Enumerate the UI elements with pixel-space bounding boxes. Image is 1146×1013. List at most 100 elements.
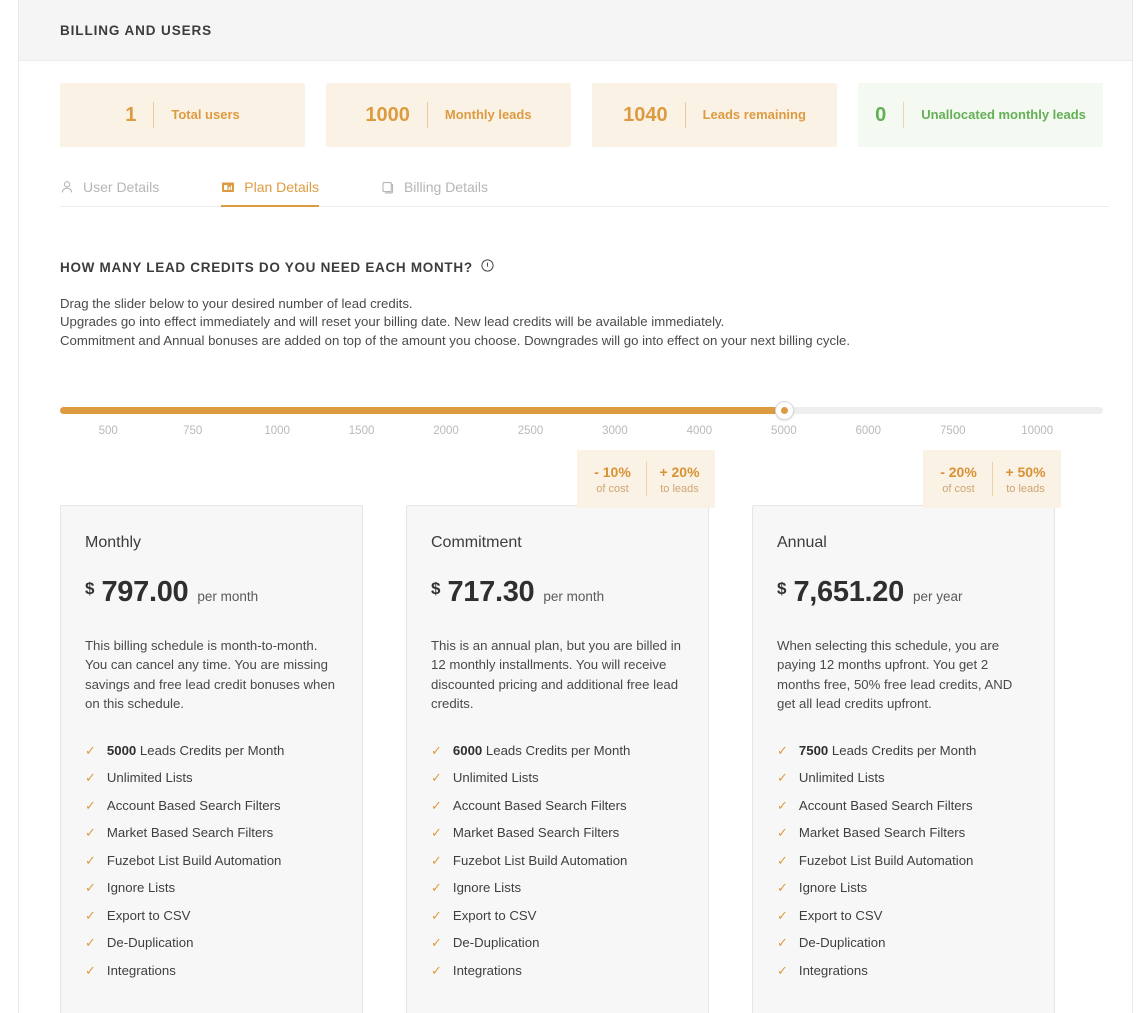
feature-item: ✓ Fuzebot List Build Automation bbox=[85, 853, 338, 868]
feature-item: ✓ Account Based Search Filters bbox=[777, 798, 1030, 813]
badge-cost-label: of cost bbox=[942, 482, 975, 495]
lead-credit-slider[interactable]: 500 750 1000 1500 2000 2500 3000 4000 5000 6000 75… bbox=[60, 401, 1109, 447]
slider-handle[interactable] bbox=[774, 401, 794, 421]
user-icon bbox=[60, 180, 74, 194]
slider-tick-label[interactable]: 1500 bbox=[349, 425, 375, 437]
stat-value: 1000 bbox=[365, 103, 410, 126]
feature-item: ✓ Account Based Search Filters bbox=[431, 798, 684, 813]
price-period: per month bbox=[543, 589, 605, 605]
feature-label: Fuzebot List Build Automation bbox=[452, 852, 628, 868]
panel-header: BILLING AND USERS bbox=[19, 0, 1132, 61]
check-icon: ✓ bbox=[85, 825, 96, 841]
stat-divider bbox=[153, 102, 155, 128]
plan-card: Monthly $797.00 per month This billing sche… bbox=[60, 505, 363, 1013]
feature-item: ✓ Export to CSV bbox=[777, 908, 1030, 923]
plan-name: Annual bbox=[777, 534, 827, 552]
check-icon: ✓ bbox=[777, 852, 788, 868]
feature-item: ✓ Fuzebot List Build Automation bbox=[431, 853, 684, 868]
stat-divider bbox=[684, 102, 686, 128]
slider-tick-label[interactable]: 1000 bbox=[264, 425, 290, 437]
feature-credits-count: 7500 bbox=[798, 742, 829, 758]
badge-cost-label: of cost bbox=[596, 482, 629, 495]
description-line: Upgrades go into effect immediately and … bbox=[60, 314, 725, 330]
check-icon: ✓ bbox=[431, 770, 442, 786]
slider-tick-label[interactable]: 750 bbox=[183, 425, 202, 437]
slider-tick-label[interactable]: 2500 bbox=[518, 425, 544, 437]
feature-item: ✓ Ignore Lists bbox=[431, 880, 684, 895]
check-icon: ✓ bbox=[85, 880, 96, 896]
slider-tick-label[interactable]: 4000 bbox=[687, 425, 713, 437]
stat-label: Leads remaining bbox=[702, 107, 806, 123]
slider-tick-label[interactable]: 5000 bbox=[771, 425, 797, 437]
feature-item: ✓ Market Based Search Filters bbox=[85, 825, 338, 840]
slider-tick-label[interactable]: 7500 bbox=[940, 425, 966, 437]
feature-label: Fuzebot List Build Automation bbox=[106, 852, 282, 868]
plan-feature-list: ✓ 6000 Leads Credits per Month ✓ Unlimited … bbox=[431, 743, 684, 978]
feature-label: Integrations bbox=[106, 962, 176, 978]
slider-tick-label[interactable]: 2000 bbox=[433, 425, 459, 437]
tab-label: Plan Details bbox=[244, 178, 319, 195]
feature-label: Unlimited Lists bbox=[106, 770, 193, 786]
plan-icon bbox=[221, 180, 235, 194]
price-period: per month bbox=[197, 589, 259, 605]
check-icon: ✓ bbox=[777, 880, 788, 896]
info-icon[interactable] bbox=[481, 259, 494, 275]
tab-user-details[interactable]: User Details bbox=[60, 169, 159, 207]
tab-plan-details[interactable]: Plan Details bbox=[221, 169, 319, 207]
check-icon: ✓ bbox=[85, 852, 96, 868]
slider-tick-label[interactable]: 3000 bbox=[602, 425, 628, 437]
feature-credits-label: Leads Credits per Month bbox=[485, 742, 631, 758]
slider-tick-label[interactable]: 500 bbox=[99, 425, 118, 437]
stat-divider bbox=[426, 102, 428, 128]
feature-label: Account Based Search Filters bbox=[452, 797, 627, 813]
plan-card-row: Monthly $797.00 per month This billing sche… bbox=[60, 450, 1109, 1013]
badge-leads-label: to leads bbox=[1006, 482, 1045, 495]
check-icon: ✓ bbox=[431, 797, 442, 813]
plan-card: - 20% of cost + 50% to leads Annual $7,651.20… bbox=[752, 450, 1061, 1013]
badge-leads-pct: + 20% bbox=[659, 463, 700, 480]
stat-card: 0 Unallocated monthly leads bbox=[858, 83, 1103, 147]
plan-feature-list: ✓ 5000 Leads Credits per Month ✓ Unlimited … bbox=[85, 743, 338, 978]
stat-label: Unallocated monthly leads bbox=[921, 107, 1086, 123]
tab-billing-details[interactable]: Billing Details bbox=[381, 169, 488, 207]
feature-item: ✓ 7500 Leads Credits per Month bbox=[777, 743, 1030, 758]
currency-symbol: $ bbox=[85, 579, 95, 599]
feature-item: ✓ Unlimited Lists bbox=[431, 770, 684, 785]
section-heading-text: HOW MANY LEAD CREDITS DO YOU NEED EACH M… bbox=[60, 259, 473, 275]
currency-symbol: $ bbox=[777, 579, 787, 599]
feature-item: ✓ Ignore Lists bbox=[777, 880, 1030, 895]
stat-value: 1 bbox=[125, 103, 137, 126]
feature-label: Account Based Search Filters bbox=[106, 797, 281, 813]
check-icon: ✓ bbox=[431, 935, 442, 951]
page-title: BILLING AND USERS bbox=[60, 22, 213, 38]
feature-item: ✓ De-Duplication bbox=[431, 935, 684, 950]
feature-item: ✓ Unlimited Lists bbox=[777, 770, 1030, 785]
price-amount: 797.00 bbox=[101, 576, 189, 609]
check-icon: ✓ bbox=[85, 962, 96, 978]
feature-credits-count: 6000 bbox=[452, 742, 483, 758]
check-icon: ✓ bbox=[85, 797, 96, 813]
feature-item: ✓ Export to CSV bbox=[85, 908, 338, 923]
feature-item: ✓ De-Duplication bbox=[85, 935, 338, 950]
plan-description: This billing schedule is month-to-month.… bbox=[85, 638, 335, 711]
price-period: per year bbox=[912, 589, 963, 605]
billing-icon bbox=[381, 180, 395, 194]
badge-cost-pct: - 10% bbox=[594, 463, 631, 480]
slider-tick-label[interactable]: 10000 bbox=[1021, 425, 1053, 437]
check-icon: ✓ bbox=[431, 880, 442, 896]
feature-label: Export to CSV bbox=[798, 907, 883, 923]
feature-label: Ignore Lists bbox=[798, 880, 868, 896]
stat-card-row: 1 Total users 1000 Monthly leads 1040 Leads r… bbox=[19, 61, 1132, 147]
plan-price: $7,651.20 per year bbox=[777, 576, 1030, 609]
check-icon: ✓ bbox=[85, 770, 96, 786]
feature-item: ✓ 6000 Leads Credits per Month bbox=[431, 743, 684, 758]
check-icon: ✓ bbox=[777, 797, 788, 813]
slider-tick-label[interactable]: 6000 bbox=[856, 425, 882, 437]
feature-label: Export to CSV bbox=[452, 907, 537, 923]
check-icon: ✓ bbox=[431, 825, 442, 841]
feature-item: ✓ Integrations bbox=[85, 963, 338, 978]
feature-label: Market Based Search Filters bbox=[452, 825, 620, 841]
feature-item: ✓ Fuzebot List Build Automation bbox=[777, 853, 1030, 868]
check-icon: ✓ bbox=[777, 935, 788, 951]
billing-panel: BILLING AND USERS 1 Total users 1000 Monthl… bbox=[18, 0, 1133, 1013]
